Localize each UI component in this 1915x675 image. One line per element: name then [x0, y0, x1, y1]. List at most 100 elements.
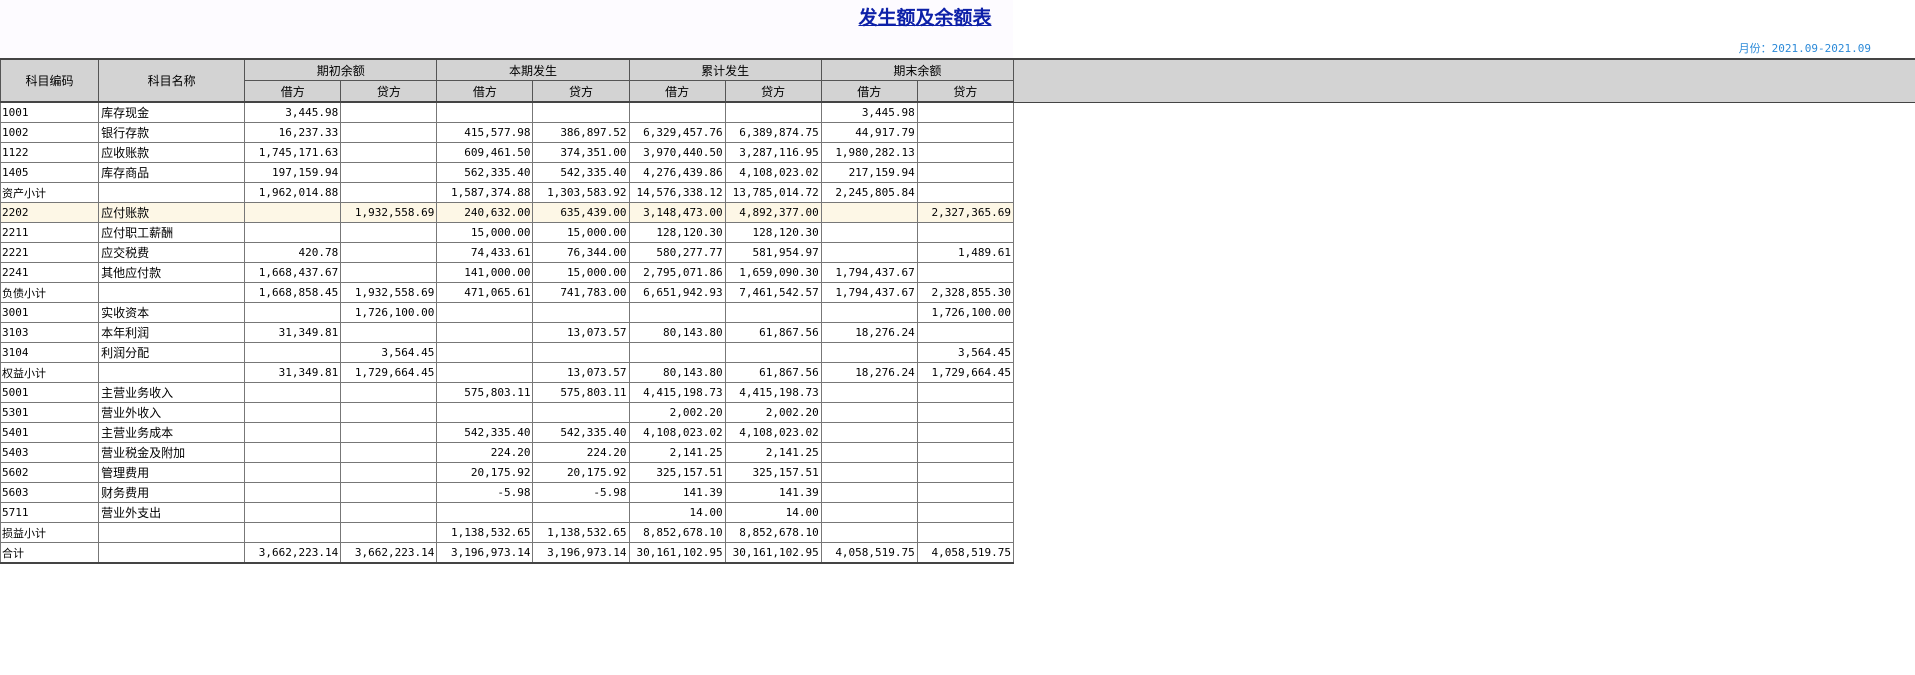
credit-amount-cell: 1,932,558.69 — [340, 202, 438, 223]
debit-amount-cell: 4,415,198.73 — [628, 382, 726, 403]
debit-amount-cell: 4,276,439.86 — [628, 162, 726, 183]
account-code-cell: 1001 — [0, 101, 100, 123]
debit-amount-cell — [244, 482, 342, 503]
credit-amount-cell: 2,327,365.69 — [916, 202, 1015, 223]
debit-amount-cell — [820, 462, 918, 483]
table-row[interactable]: 2211 应付职工薪酬 15,000.00 15,000.00 128,120.30 12… — [0, 222, 1015, 243]
table-row[interactable]: 2241 其他应付款 1,668,437.67 141,000.00 15,000.00… — [0, 262, 1015, 283]
table-row[interactable]: 2202 应付账款 1,932,558.69 240,632.00 635,439.00… — [0, 202, 1015, 223]
credit-amount-cell: 14.00 — [724, 502, 822, 523]
credit-amount-cell — [340, 402, 438, 423]
credit-amount-cell: 542,335.40 — [532, 162, 630, 183]
table-row[interactable]: 5403 营业税金及附加 224.20 224.20 2,141.25 2,141.25 — [0, 442, 1015, 463]
debit-amount-cell — [244, 202, 342, 223]
table-row[interactable]: 1002 银行存款 16,237.33 415,577.98 386,897.52 6,3… — [0, 122, 1015, 143]
debit-amount-cell: 542,335.40 — [436, 422, 534, 443]
account-code-cell: 合计 — [0, 542, 100, 564]
debit-amount-cell — [436, 362, 534, 383]
debit-amount-cell: 575,803.11 — [436, 382, 534, 403]
table-row[interactable]: 1001 库存现金 3,445.98 3,445.98 — [0, 101, 1015, 123]
credit-amount-cell — [340, 482, 438, 503]
debit-amount-cell: 14.00 — [628, 502, 726, 523]
header-debit: 借方 — [244, 80, 342, 103]
credit-amount-cell — [916, 322, 1015, 343]
account-code-cell: 5711 — [0, 502, 100, 523]
debit-amount-cell: 2,002.20 — [628, 402, 726, 423]
debit-amount-cell: 3,970,440.50 — [628, 142, 726, 163]
credit-amount-cell — [340, 101, 438, 123]
debit-amount-cell — [436, 502, 534, 523]
debit-amount-cell — [820, 202, 918, 223]
report-title[interactable]: 发生额及余额表 — [0, 3, 1850, 30]
account-code-cell: 3104 — [0, 342, 100, 363]
debit-amount-cell: 141,000.00 — [436, 262, 534, 283]
table-row[interactable]: 权益小计 31,349.81 1,729,664.45 13,073.57 80,143… — [0, 362, 1015, 383]
table-row[interactable]: 3001 实收资本 1,726,100.00 1,726,100.00 — [0, 302, 1015, 323]
table-row[interactable]: 5602 管理费用 20,175.92 20,175.92 325,157.51 325,… — [0, 462, 1015, 483]
credit-amount-cell — [724, 302, 822, 323]
debit-amount-cell: 80,143.80 — [628, 362, 726, 383]
account-code-cell: 5401 — [0, 422, 100, 443]
header-closing-balance: 期末余额 — [820, 58, 1015, 81]
table-row[interactable]: 1122 应收账款 1,745,171.63 609,461.50 374,351.00… — [0, 142, 1015, 163]
credit-amount-cell: 1,726,100.00 — [916, 302, 1015, 323]
debit-amount-cell: 31,349.81 — [244, 322, 342, 343]
debit-amount-cell: 128,120.30 — [628, 222, 726, 243]
credit-amount-cell — [340, 242, 438, 263]
credit-amount-cell — [916, 262, 1015, 283]
account-name-cell: 银行存款 — [98, 122, 246, 143]
account-code-cell: 3001 — [0, 302, 100, 323]
credit-amount-cell: 2,002.20 — [724, 402, 822, 423]
debit-amount-cell: 18,276.24 — [820, 322, 918, 343]
debit-amount-cell — [244, 382, 342, 403]
debit-amount-cell: 240,632.00 — [436, 202, 534, 223]
credit-amount-cell: 1,932,558.69 — [340, 282, 438, 303]
credit-amount-cell — [340, 182, 438, 203]
account-name-cell: 库存现金 — [98, 101, 246, 123]
account-name-cell: 库存商品 — [98, 162, 246, 183]
debit-amount-cell: 80,143.80 — [628, 322, 726, 343]
credit-amount-cell: 4,108,023.02 — [724, 162, 822, 183]
table-row[interactable]: 3104 利润分配 3,564.45 3,564.45 — [0, 342, 1015, 363]
debit-amount-cell: 1,668,437.67 — [244, 262, 342, 283]
credit-amount-cell — [532, 302, 630, 323]
table-row[interactable]: 2221 应交税费 420.78 74,433.61 76,344.00 580,277.… — [0, 242, 1015, 263]
debit-amount-cell — [244, 222, 342, 243]
table-row[interactable]: 资产小计 1,962,014.88 1,587,374.88 1,303,583.92… — [0, 182, 1015, 203]
table-row[interactable]: 5401 主营业务成本 542,335.40 542,335.40 4,108,023.… — [0, 422, 1015, 443]
credit-amount-cell — [532, 402, 630, 423]
debit-amount-cell — [244, 502, 342, 523]
table-row[interactable]: 5001 主营业务收入 575,803.11 575,803.11 4,415,198.… — [0, 382, 1015, 403]
credit-amount-cell — [916, 382, 1015, 403]
table-row[interactable]: 负债小计 1,668,858.45 1,932,558.69 471,065.61 74… — [0, 282, 1015, 303]
table-row[interactable]: 损益小计 1,138,532.65 1,138,532.65 8,852,678.10… — [0, 522, 1015, 543]
debit-amount-cell: -5.98 — [436, 482, 534, 503]
credit-amount-cell: 128,120.30 — [724, 222, 822, 243]
account-name-cell — [98, 522, 246, 543]
debit-amount-cell — [628, 101, 726, 123]
table-row[interactable]: 3103 本年利润 31,349.81 13,073.57 80,143.80 61,86… — [0, 322, 1015, 343]
debit-amount-cell: 4,058,519.75 — [820, 542, 918, 564]
credit-amount-cell — [532, 502, 630, 523]
account-code-cell: 5301 — [0, 402, 100, 423]
table-row[interactable]: 1405 库存商品 197,159.94 562,335.40 542,335.40 4,… — [0, 162, 1015, 183]
debit-amount-cell: 420.78 — [244, 242, 342, 263]
credit-amount-cell — [340, 122, 438, 143]
debit-amount-cell — [244, 422, 342, 443]
table-row[interactable]: 合计 3,662,223.14 3,662,223.14 3,196,973.14 3,… — [0, 542, 1015, 564]
credit-amount-cell — [340, 442, 438, 463]
debit-amount-cell — [436, 302, 534, 323]
debit-amount-cell — [820, 522, 918, 543]
debit-amount-cell: 8,852,678.10 — [628, 522, 726, 543]
table-row[interactable]: 5603 财务费用 -5.98 -5.98 141.39 141.39 — [0, 482, 1015, 503]
table-row[interactable]: 5711 营业外支出 14.00 14.00 — [0, 502, 1015, 523]
table-row[interactable]: 5301 营业外收入 2,002.20 2,002.20 — [0, 402, 1015, 423]
debit-amount-cell — [628, 302, 726, 323]
credit-amount-cell: 30,161,102.95 — [724, 542, 822, 564]
debit-amount-cell — [244, 302, 342, 323]
credit-amount-cell — [340, 382, 438, 403]
debit-amount-cell: 325,157.51 — [628, 462, 726, 483]
account-name-cell: 利润分配 — [98, 342, 246, 363]
credit-amount-cell: 3,564.45 — [340, 342, 438, 363]
credit-amount-cell: 1,138,532.65 — [532, 522, 630, 543]
